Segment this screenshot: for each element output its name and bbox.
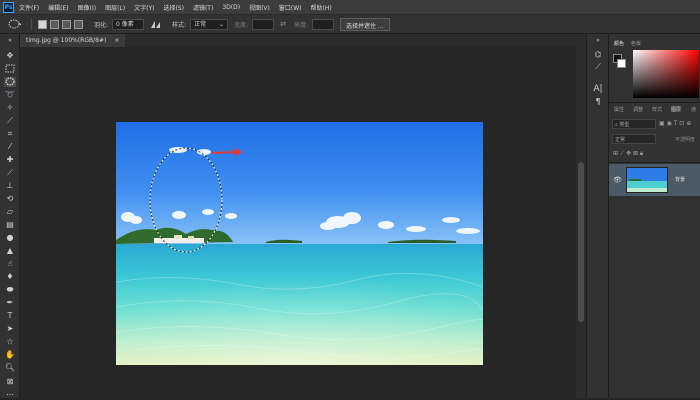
- height-label: 高度:: [293, 21, 308, 29]
- toolbar-collapse-icon[interactable]: »: [4, 36, 16, 46]
- tab-color[interactable]: 颜色: [614, 40, 624, 47]
- eyedropper-tool-icon[interactable]: ⁄: [4, 142, 16, 152]
- subtract-from-selection-button[interactable]: [62, 19, 71, 29]
- swap-dimensions-icon[interactable]: ⇄: [280, 20, 286, 28]
- paragraph-panel-icon[interactable]: ¶: [592, 97, 604, 107]
- tab-layers[interactable]: 图层: [671, 106, 681, 113]
- healing-brush-tool-icon[interactable]: ✚: [4, 155, 16, 165]
- eye-icon[interactable]: 👁︎: [613, 176, 622, 184]
- options-bar: 羽化: 0 像素 样式: 正常 ⌄ 宽度: ⇄ 高度: 选择并遮住 ...: [0, 14, 700, 34]
- menu-layer[interactable]: 图层(L): [105, 3, 125, 12]
- more-tools-icon[interactable]: ⋯: [4, 390, 16, 400]
- select-and-mask-button[interactable]: 选择并遮住 ...: [340, 17, 390, 31]
- style-select[interactable]: 正常 ⌄: [190, 18, 229, 30]
- right-panels: 颜色 色板 属性 调整 样式 图层 通 ⌕ 类型 ▣ ◉ T ⊡ ⊕ 正常 不透…: [608, 34, 700, 398]
- brush-tool-icon[interactable]: ⟋: [4, 168, 16, 178]
- lasso-tool-icon[interactable]: ➰: [4, 90, 16, 100]
- close-icon[interactable]: ×: [114, 37, 119, 44]
- divider: [31, 18, 32, 30]
- photoshop-logo[interactable]: Ps: [3, 1, 14, 13]
- pen-tool-icon[interactable]: ✒: [4, 298, 16, 308]
- menu-help[interactable]: 帮助(H): [311, 3, 332, 12]
- menu-view[interactable]: 视图(V): [249, 3, 270, 12]
- search-icon: ⌕: [615, 122, 618, 128]
- panel-dock: « ⌬ ⟋ A| ¶: [586, 34, 608, 398]
- elliptical-marquee-tool-icon[interactable]: [4, 77, 16, 87]
- tab-properties[interactable]: 属性: [614, 106, 624, 113]
- menu-image[interactable]: 图像(I): [78, 3, 96, 12]
- layer-kind-filter[interactable]: ⌕ 类型: [612, 119, 656, 129]
- document-tab-bar: timg.jpg @ 100%(RGB/8#) ×: [20, 34, 586, 47]
- layer-row-background[interactable]: 👁︎ 背景: [609, 164, 700, 196]
- blend-mode-value: 正常: [615, 137, 626, 143]
- style-select-value: 正常: [194, 20, 207, 28]
- style-label: 样式:: [172, 21, 187, 29]
- eraser-tool-icon[interactable]: ▱: [4, 207, 16, 217]
- document-tab-title: timg.jpg @ 100%(RGB/8#): [26, 37, 107, 44]
- smudge-tool-icon[interactable]: ☝: [4, 259, 16, 269]
- lock-icons[interactable]: ⊞ ⟋ ✥ ⊠ 🔒︎: [613, 150, 643, 158]
- move-tool-icon[interactable]: ✥: [4, 51, 16, 61]
- hand-tool-icon[interactable]: ✋: [4, 350, 16, 360]
- opacity-label: 不透明度: [675, 137, 696, 143]
- gradient-tool-icon[interactable]: ▤: [4, 220, 16, 230]
- chevron-down-icon: ⌄: [219, 20, 225, 28]
- width-input[interactable]: [252, 18, 275, 30]
- menu-filter[interactable]: 滤镜(T): [193, 3, 213, 12]
- add-to-selection-button[interactable]: [50, 19, 59, 29]
- type-tool-icon[interactable]: T: [4, 311, 16, 321]
- document-image[interactable]: [116, 122, 483, 365]
- clone-stamp-tool-icon[interactable]: ⊥: [4, 181, 16, 191]
- dock-expand-icon[interactable]: «: [592, 36, 604, 46]
- menu-window[interactable]: 窗口(W): [279, 3, 302, 12]
- feather-input[interactable]: 0 像素: [112, 18, 145, 30]
- tab-styles[interactable]: 样式: [652, 106, 662, 113]
- history-brush-tool-icon[interactable]: ⟲: [4, 194, 16, 204]
- width-label: 宽度:: [234, 21, 249, 29]
- new-selection-button[interactable]: [38, 19, 47, 29]
- blur-tool-icon[interactable]: ●: [4, 233, 16, 243]
- anti-alias-icon[interactable]: [150, 19, 162, 29]
- document-tab[interactable]: timg.jpg @ 100%(RGB/8#) ×: [20, 34, 126, 47]
- blend-mode-select[interactable]: 正常: [612, 134, 656, 144]
- vertical-scrollbar[interactable]: [576, 47, 586, 398]
- intersect-selection-button[interactable]: [74, 19, 83, 29]
- height-input[interactable]: [312, 18, 334, 30]
- brush-tool-icon-2[interactable]: ⟋: [4, 116, 16, 126]
- zoom-tool-icon[interactable]: 🔍︎: [4, 363, 16, 373]
- path-selection-tool-icon[interactable]: ➤: [4, 324, 16, 334]
- tab-channels[interactable]: 通: [691, 106, 696, 113]
- rectangular-marquee-tool-icon[interactable]: [4, 64, 16, 74]
- magic-wand-tool-icon[interactable]: ✧: [4, 103, 16, 113]
- brush-settings-icon[interactable]: ⟋: [592, 62, 604, 72]
- frame-tool-icon[interactable]: ⊠: [4, 377, 16, 387]
- sharpen-tool-icon[interactable]: ▲: [4, 246, 16, 256]
- tab-swatches[interactable]: 色板: [631, 40, 641, 47]
- background-color-swatch[interactable]: [617, 59, 626, 68]
- elliptical-marquee-tool-preset-icon[interactable]: [8, 19, 22, 29]
- feather-label: 羽化:: [94, 21, 109, 29]
- layer-kind-filter-value: 类型: [619, 122, 630, 128]
- scrollbar-thumb[interactable]: [578, 162, 584, 322]
- menu-select[interactable]: 选择(S): [163, 3, 184, 12]
- menu-type[interactable]: 文字(Y): [134, 3, 154, 12]
- layer-name: 背景: [675, 177, 686, 183]
- character-panel-icon[interactable]: A|: [592, 84, 604, 94]
- crop-tool-icon[interactable]: ⌗: [4, 129, 16, 139]
- menu-bar: Ps 文件(F) 编辑(E) 图像(I) 图层(L) 文字(Y) 选择(S) 滤…: [0, 0, 700, 14]
- layer-thumbnail: [626, 167, 668, 193]
- menu-file[interactable]: 文件(F): [19, 3, 39, 12]
- history-panel-icon[interactable]: ⌬: [592, 50, 604, 60]
- menu-edit[interactable]: 编辑(E): [48, 3, 68, 12]
- dodge-tool-icon[interactable]: ♦: [4, 272, 16, 282]
- color-picker-field[interactable]: [633, 50, 699, 98]
- layer-filter-icons[interactable]: ▣ ◉ T ⊡ ⊕: [659, 120, 691, 127]
- shape-tool-icon[interactable]: ☆: [4, 337, 16, 347]
- menu-3d[interactable]: 3D(D): [222, 4, 240, 11]
- sponge-tool-icon[interactable]: ⬬: [4, 285, 16, 295]
- tools-panel: » ✥ ➰ ✧ ⟋ ⌗ ⁄ ✚ ⟋ ⊥ ⟲ ▱ ▤ ● ▲ ☝ ♦ ⬬ ✒ T …: [0, 34, 20, 400]
- tab-adjustments[interactable]: 调整: [633, 106, 643, 113]
